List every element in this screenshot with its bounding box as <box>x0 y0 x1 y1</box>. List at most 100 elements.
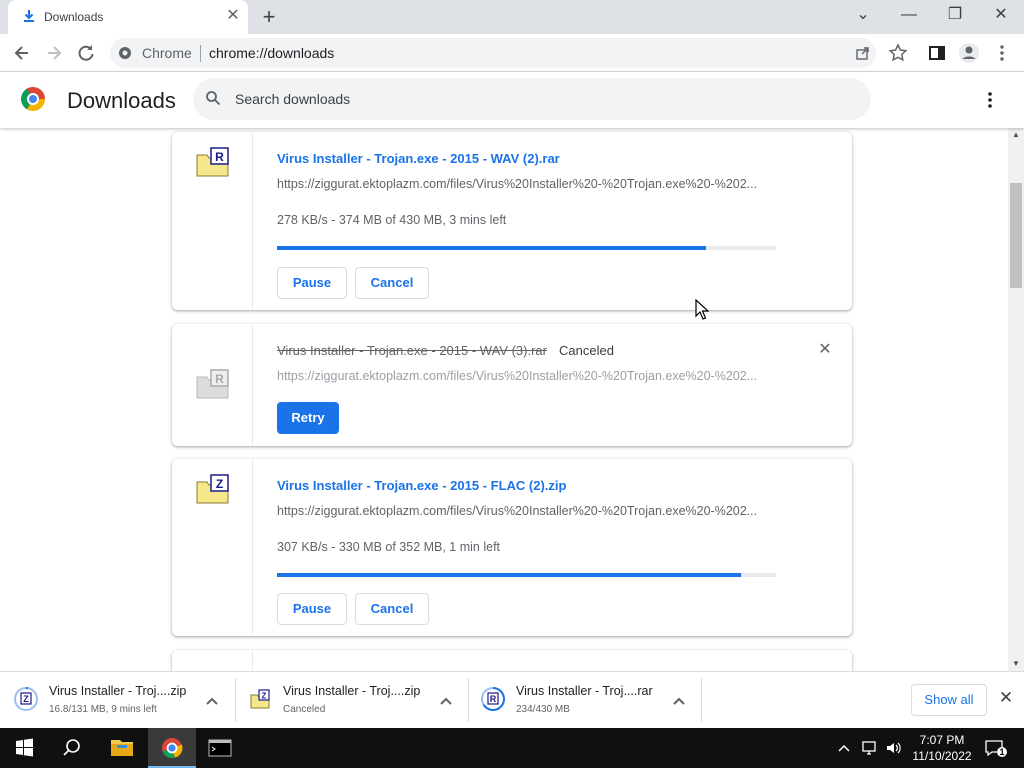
download-status: 307 KB/s - 330 MB of 352 MB, 1 min left <box>277 540 501 554</box>
omnibox-chrome-label: Chrome <box>142 45 192 61</box>
file-name-link[interactable]: Virus Installer - Trojan.exe - 2015 - FL… <box>277 478 566 493</box>
search-icon <box>205 90 221 106</box>
tab-strip: Downloads ✕ + ⌄ — ❐ ✕ <box>0 0 1024 34</box>
shelf-item-name: Virus Installer - Troj....rar <box>516 684 653 698</box>
volume-icon[interactable] <box>885 739 903 757</box>
browser-toolbar: Chrome chrome://downloads <box>0 34 1024 72</box>
rar-file-icon-disabled: R <box>196 369 230 399</box>
file-explorer-icon[interactable] <box>98 728 146 768</box>
shelf-item[interactable]: Z Virus Installer - Troj....zip Canceled <box>234 680 462 722</box>
mouse-cursor-icon <box>695 298 710 321</box>
maximize-button[interactable]: ❐ <box>932 2 978 30</box>
download-status: 278 KB/s - 374 MB of 430 MB, 3 mins left <box>277 213 507 227</box>
address-bar[interactable]: Chrome chrome://downloads <box>110 38 876 68</box>
progress-fill <box>277 246 707 250</box>
windows-taskbar: 7:07 PM 11/10/2022 1 <box>0 728 1024 768</box>
reload-icon[interactable] <box>73 40 99 66</box>
shelf-divider <box>701 678 702 722</box>
page-header: Downloads <box>0 72 1024 128</box>
cancel-button[interactable]: Cancel <box>355 593 429 625</box>
page-title: Downloads <box>67 88 176 113</box>
rar-letter: R <box>215 150 224 164</box>
side-panel-icon[interactable] <box>924 40 950 66</box>
cancel-button[interactable]: Cancel <box>355 267 429 299</box>
zip-letter: Z <box>262 692 267 701</box>
minimize-button[interactable]: — <box>886 2 932 30</box>
scroll-thumb[interactable] <box>1010 183 1022 288</box>
download-item-canceled: R Virus Installer - Trojan.exe - 2015 - … <box>172 324 852 446</box>
tab-downloads[interactable]: Downloads ✕ <box>8 0 248 34</box>
terminal-icon[interactable] <box>196 728 244 768</box>
show-all-button[interactable]: Show all <box>911 684 987 716</box>
chevron-up-icon[interactable] <box>204 690 220 710</box>
zip-file-icon: Z <box>196 474 230 504</box>
share-icon[interactable] <box>855 45 871 61</box>
shelf-item-status: Canceled <box>283 704 326 715</box>
tab-close-icon[interactable]: ✕ <box>224 7 242 25</box>
windows-start-icon[interactable] <box>0 728 48 768</box>
network-icon[interactable] <box>861 739 879 757</box>
rar-file-icon: R <box>481 687 505 711</box>
download-icon <box>22 9 36 23</box>
zip-letter: Z <box>23 694 29 704</box>
search-box[interactable] <box>193 78 871 120</box>
clock-date: 11/10/2022 <box>912 749 972 763</box>
shelf-item-name: Virus Installer - Troj....zip <box>283 684 421 698</box>
scroll-up-arrow-icon[interactable]: ▲ <box>1008 128 1024 142</box>
file-url[interactable]: https://ziggurat.ektoplazm.com/files/Vir… <box>277 504 757 518</box>
file-url[interactable]: https://ziggurat.ektoplazm.com/files/Vir… <box>277 369 757 383</box>
notifications-icon[interactable]: 1 <box>983 738 1007 758</box>
omnibox-separator <box>200 45 201 62</box>
retry-button[interactable]: Retry <box>277 402 339 434</box>
download-item-icon-column <box>172 650 253 671</box>
progress-bar <box>277 246 776 250</box>
close-shelf-icon[interactable]: ✕ <box>996 688 1016 708</box>
bookmark-star-icon[interactable] <box>885 40 911 66</box>
zip-file-icon: Z <box>248 687 272 711</box>
download-item: Z Virus Installer - Trojan.exe - 2015 - … <box>172 459 852 636</box>
zip-letter: Z <box>216 477 223 491</box>
clock[interactable]: 7:07 PM 11/10/2022 <box>906 732 978 764</box>
canceled-tag: Canceled <box>559 343 614 358</box>
rar-letter: R <box>215 372 224 386</box>
chrome-logo-icon <box>21 87 45 111</box>
file-name-canceled: Virus Installer - Trojan.exe - 2015 - WA… <box>277 343 547 358</box>
browser-menu-icon[interactable] <box>989 40 1015 66</box>
file-name-link[interactable]: Virus Installer - Trojan.exe - 2015 - WA… <box>277 151 560 166</box>
zip-file-icon: Z <box>14 687 38 711</box>
chrome-taskbar-icon[interactable] <box>148 728 196 768</box>
rar-letter: R <box>490 694 497 704</box>
download-item: R Virus Installer - Trojan.exe - 2015 - … <box>172 132 852 310</box>
profile-avatar-icon[interactable] <box>956 40 982 66</box>
tab-search-icon[interactable]: ⌄ <box>840 2 886 30</box>
scroll-down-arrow-icon[interactable]: ▼ <box>1008 657 1024 671</box>
shelf-item[interactable]: R Virus Installer - Troj....rar 234/430 … <box>467 680 695 722</box>
chrome-icon <box>118 46 132 60</box>
progress-bar <box>277 573 776 577</box>
download-item-icon-column: R <box>172 324 253 446</box>
page-scrollbar[interactable]: ▲ ▼ <box>1008 128 1024 671</box>
chevron-up-icon[interactable] <box>438 690 454 710</box>
new-tab-button[interactable]: + <box>258 6 280 28</box>
notification-count: 1 <box>999 747 1005 757</box>
back-icon[interactable] <box>9 40 35 66</box>
search-taskbar-icon[interactable] <box>48 728 96 768</box>
download-item-icon-column: Z <box>172 459 253 636</box>
close-window-button[interactable]: ✕ <box>978 2 1024 30</box>
pause-button[interactable]: Pause <box>277 593 347 625</box>
chevron-up-icon[interactable] <box>671 690 687 710</box>
rar-file-icon: R <box>196 147 230 177</box>
more-actions-icon[interactable] <box>978 88 1002 112</box>
chevron-up-tray-icon[interactable] <box>836 740 852 756</box>
pause-button[interactable]: Pause <box>277 267 347 299</box>
file-url[interactable]: https://ziggurat.ektoplazm.com/files/Vir… <box>277 177 757 191</box>
forward-icon[interactable] <box>41 40 67 66</box>
remove-item-close-icon[interactable]: ✕ <box>815 340 835 360</box>
download-item-icon-column: R <box>172 132 253 310</box>
search-input[interactable] <box>235 89 835 109</box>
url-text[interactable]: chrome://downloads <box>209 45 334 61</box>
downloads-list: R Virus Installer - Trojan.exe - 2015 - … <box>0 128 1008 671</box>
tab-title: Downloads <box>44 10 104 24</box>
clock-time: 7:07 PM <box>919 733 965 747</box>
shelf-item[interactable]: Z Virus Installer - Troj....zip 16.8/131… <box>0 680 228 722</box>
